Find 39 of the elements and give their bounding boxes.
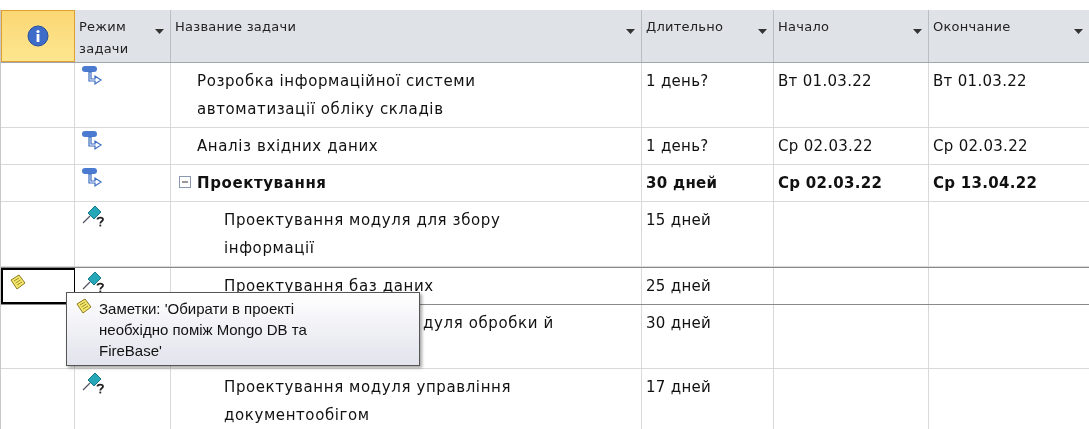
task-row[interactable]: Проектування модуля управління документообігом 17 дней [1,369,1089,429]
task-row[interactable]: Проектування 30 дней Ср 02.03.22 Ср 13.04.22 [1,165,1089,202]
finish-date-cell: Ср 02.03.22 [933,137,1028,155]
duration-cell: 1 день? [646,137,709,155]
duration-cell: 25 дней [646,277,712,295]
finish-date-cell: Ср 13.04.22 [933,174,1038,192]
dropdown-arrow-icon[interactable] [758,29,767,34]
task-name: дуля обробки й [423,313,554,334]
task-name: Аналіз вхідних даних [197,136,379,157]
finish-date-cell: Вт 01.03.22 [933,72,1027,90]
column-header[interactable]: Длительно [642,10,774,62]
dropdown-arrow-icon[interactable] [626,29,635,34]
start-date-cell: Ср 02.03.22 [778,174,883,192]
start-date-cell: Ср 02.03.22 [778,137,873,155]
task-name: Проектування модуля для збору інформації [224,210,502,259]
start-date-cell: Вт 01.03.22 [778,72,872,90]
task-name: Розробка інформаційної системи автоматизації обліку складів [197,71,477,120]
task-row[interactable]: Проектування модуля для збору інформації 15 дней [1,202,1089,267]
duration-cell: 1 день? [646,72,709,90]
task-name: Проектування баз даних [224,276,434,297]
column-header[interactable]: Режим задачи [75,10,171,62]
duration-cell: 17 дней [646,378,712,396]
column-header[interactable]: Начало [774,10,929,62]
info-icon [27,25,49,47]
task-row[interactable]: Розробка інформаційної системи автоматизації обліку складів 1 день? Вт 01.03.22 Вт 01.03.22 [1,63,1089,128]
dropdown-arrow-icon[interactable] [155,29,164,34]
duration-cell: 30 дней [646,314,712,332]
note-icon [75,298,93,314]
collapse-icon[interactable] [179,176,191,188]
column-header[interactable]: Окончание [929,10,1089,62]
duration-cell: 30 дней [646,174,718,192]
dropdown-arrow-icon[interactable] [913,29,922,34]
task-row[interactable]: Аналіз вхідних даних 1 день? Ср 02.03.22 Ср 02.03.22 [1,128,1089,165]
indicator-column-header[interactable] [1,10,75,62]
dropdown-arrow-icon[interactable] [1074,29,1083,34]
column-header[interactable]: Название задачи [171,10,642,62]
task-name: Проектування модуля управління документообігом [224,377,513,426]
duration-cell: 15 дней [646,211,712,229]
task-name: Проектування [197,173,327,194]
